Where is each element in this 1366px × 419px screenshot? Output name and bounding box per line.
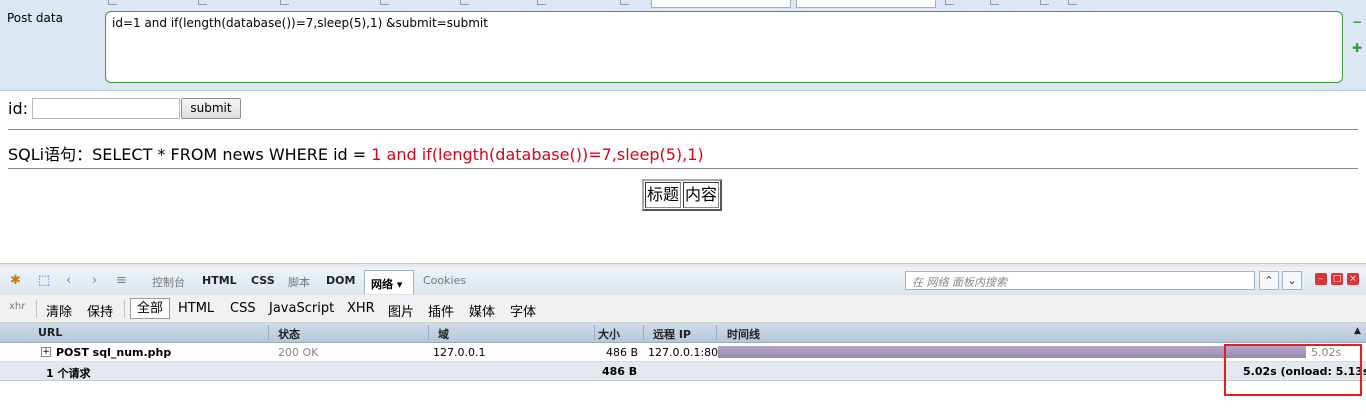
tab-css[interactable]: CSS: [251, 274, 275, 287]
hackbar-select[interactable]: [796, 0, 936, 8]
sqli-statement: SQLi语句：SELECT * FROM news WHERE id = 1 a…: [8, 141, 704, 165]
divider: [716, 325, 717, 340]
request-remote-ip: 127.0.0.1:80: [648, 346, 719, 359]
hackbar-checkbox-icon[interactable]: [1068, 0, 1077, 5]
filter-plugins[interactable]: 插件: [428, 301, 454, 320]
expand-row-icon[interactable]: +: [41, 347, 51, 357]
filter-all[interactable]: 全部: [130, 298, 170, 319]
divider: [428, 325, 429, 340]
back-icon[interactable]: ‹: [66, 273, 71, 288]
request-domain: 127.0.0.1: [433, 346, 486, 359]
hackbar-checkbox-icon[interactable]: [1040, 0, 1049, 5]
request-status: 200 OK: [278, 346, 319, 359]
hackbar-checkbox-icon[interactable]: [198, 0, 207, 5]
column-size[interactable]: 大小: [598, 326, 620, 342]
summary-size: 486 B: [602, 365, 638, 378]
divider: [268, 325, 269, 340]
clear-button[interactable]: 清除: [46, 301, 72, 320]
column-timeline[interactable]: 时间线: [727, 326, 760, 342]
hackbar-checkbox-icon[interactable]: [108, 0, 117, 5]
hackbar-panel: Post data id=1 and if(length(database())…: [0, 0, 1366, 91]
collapse-icon[interactable]: −: [1352, 16, 1362, 28]
table-header-title: 标题: [645, 182, 682, 208]
id-input[interactable]: [32, 98, 180, 119]
filter-fonts[interactable]: 字体: [510, 301, 536, 320]
submit-button[interactable]: submit: [181, 98, 241, 119]
xhr-breakpoint-icon[interactable]: xhr: [9, 301, 25, 312]
minimize-icon[interactable]: –: [1315, 273, 1327, 285]
filter-javascript[interactable]: JavaScript: [269, 301, 334, 316]
divider: [8, 168, 1358, 169]
hackbar-checkbox-icon[interactable]: [280, 0, 289, 5]
sqli-injected: 1 and if(length(database())=7,sleep(5),1…: [371, 145, 704, 164]
network-summary-row: 1 个请求 486 B 5.02s (onload: 5.13s): [0, 362, 1366, 381]
summary-count: 1 个请求: [46, 367, 91, 380]
divider: [594, 325, 595, 340]
command-line-icon[interactable]: ≡: [116, 273, 127, 288]
hackbar-checkbox-icon[interactable]: [990, 0, 999, 5]
hackbar-checkbox-icon[interactable]: [945, 0, 954, 5]
network-filter-toolbar: xhr 清除 保持 全部 HTML CSS JavaScript XHR 图片 …: [0, 295, 1366, 323]
tab-dom[interactable]: DOM: [326, 274, 355, 287]
filter-html[interactable]: HTML: [178, 301, 214, 316]
divider: [36, 300, 37, 318]
table-header-content: 内容: [683, 182, 720, 208]
tab-network[interactable]: 网络 ▾: [364, 270, 414, 294]
filter-media[interactable]: 媒体: [469, 301, 495, 320]
network-column-header: URL 状态 域 大小 远程 IP 时间线 ▲: [0, 323, 1366, 343]
column-remote-ip[interactable]: 远程 IP: [653, 326, 691, 342]
filter-xhr[interactable]: XHR: [347, 301, 375, 316]
id-label: id:: [8, 99, 28, 118]
hackbar-checkbox-icon[interactable]: [380, 0, 389, 5]
timeline-bar[interactable]: [718, 346, 1306, 358]
network-search-input[interactable]: 在 网络 面板内搜索: [905, 271, 1255, 290]
divider: [8, 129, 1358, 130]
search-next-icon[interactable]: ⌄: [1282, 271, 1302, 290]
tab-console[interactable]: 控制台: [152, 274, 185, 290]
divider: [643, 325, 644, 340]
tab-cookies[interactable]: Cookies: [423, 274, 466, 287]
highlight-annotation-box: [1224, 344, 1362, 396]
divider: [124, 300, 125, 318]
column-url[interactable]: URL: [38, 326, 62, 339]
post-data-label: Post data: [7, 11, 63, 25]
hackbar-select[interactable]: [651, 0, 791, 8]
close-icon[interactable]: ×: [1347, 273, 1359, 285]
sqli-prefix: SQLi语句：SELECT * FROM news WHERE id =: [8, 145, 372, 164]
persist-button[interactable]: 保持: [87, 301, 113, 320]
inspect-icon[interactable]: ⬚: [38, 273, 50, 288]
column-status[interactable]: 状态: [278, 326, 300, 342]
column-domain[interactable]: 域: [438, 326, 449, 342]
expand-icon[interactable]: ✚: [1352, 42, 1362, 54]
tab-script[interactable]: 脚本: [288, 274, 310, 290]
forward-icon[interactable]: ›: [92, 273, 97, 288]
hackbar-checkbox-icon[interactable]: [537, 0, 546, 5]
hackbar-checkbox-icon[interactable]: [460, 0, 469, 5]
detach-icon[interactable]: □: [1331, 273, 1343, 285]
post-data-textarea[interactable]: id=1 and if(length(database())=7,sleep(5…: [105, 11, 1343, 83]
filter-images[interactable]: 图片: [388, 301, 414, 320]
request-size: 486 B: [606, 346, 639, 359]
firebug-bug-icon[interactable]: ✱: [10, 273, 21, 288]
tab-html[interactable]: HTML: [202, 274, 237, 287]
filter-css[interactable]: CSS: [230, 301, 256, 316]
search-prev-icon[interactable]: ⌃: [1259, 271, 1279, 290]
result-table: 标题 内容: [642, 179, 723, 211]
request-url[interactable]: POST sql_num.php: [56, 346, 171, 359]
sort-arrow-icon[interactable]: ▲: [1354, 326, 1361, 336]
hackbar-checkbox-icon[interactable]: [620, 0, 629, 5]
